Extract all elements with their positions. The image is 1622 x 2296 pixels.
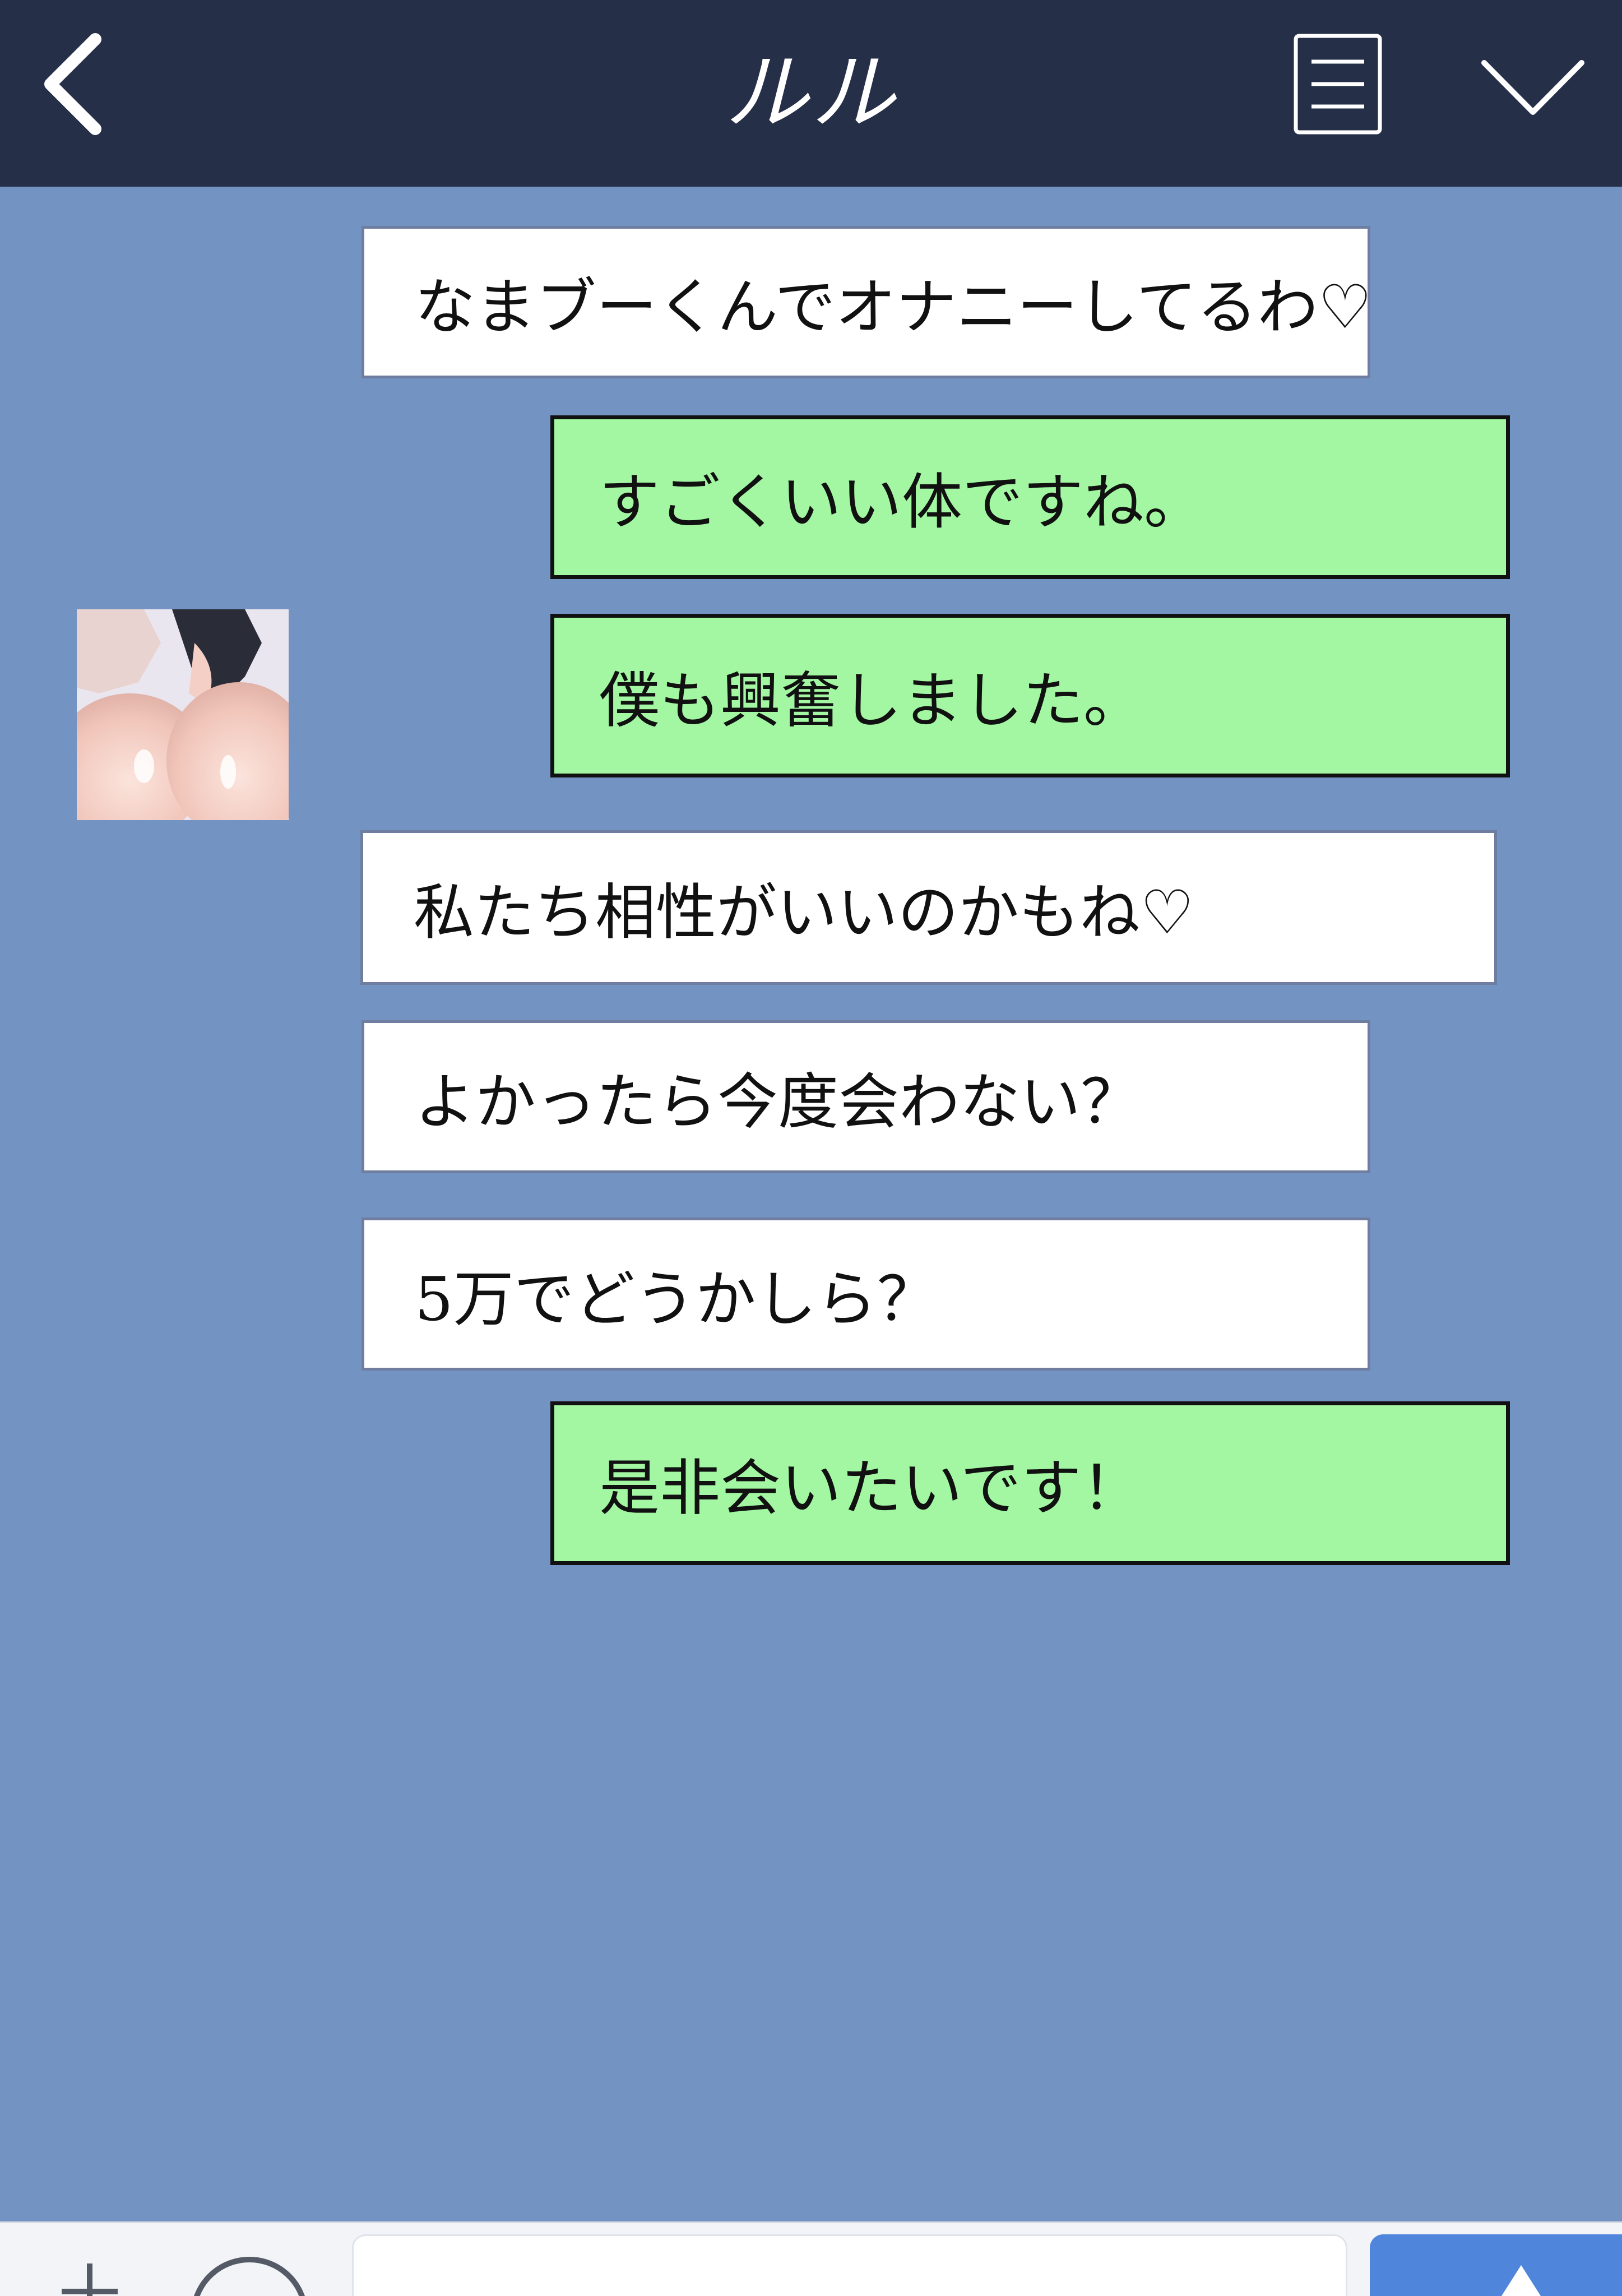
message-text: すごくいい体ですね。	[599, 467, 1205, 538]
message-bubble-outgoing: すごくいい体ですね。	[550, 415, 1510, 579]
chevron-down-icon[interactable]	[1480, 56, 1586, 123]
message-text: 僕も興奮しました。	[599, 666, 1144, 736]
message-bubble-outgoing: 是非会いたいです！	[550, 1401, 1510, 1565]
smiley-icon[interactable]	[185, 2251, 314, 2296]
message-text: 私たち相性がいいのかもね♡	[414, 878, 1194, 948]
chat-message-area[interactable]: なまブーくんでオナニーしてるわ♡ すごくいい体ですね。 僕も興奮しました。 私た…	[0, 187, 1622, 2221]
message-input-bar	[0, 2221, 1622, 2296]
chat-header: ルル	[0, 0, 1622, 187]
message-text: 是非会いたいです！	[599, 1453, 1142, 1524]
message-text: よかったら今度会わない？	[415, 1067, 1142, 1137]
send-button[interactable]	[1370, 2234, 1622, 2296]
avatar[interactable]	[77, 609, 289, 820]
message-bubble-outgoing: 僕も興奮しました。	[550, 614, 1510, 777]
plus-icon[interactable]	[56, 2258, 123, 2296]
message-text: 5万でどうかしら？	[415, 1264, 938, 1335]
message-input[interactable]	[352, 2234, 1347, 2296]
message-bubble-incoming: 5万でどうかしら？	[362, 1218, 1370, 1371]
send-icon	[1501, 2265, 1541, 2296]
message-bubble-incoming: 私たち相性がいいのかもね♡	[360, 830, 1497, 985]
message-bubble-incoming: なまブーくんでオナニーしてるわ♡	[362, 226, 1370, 378]
menu-list-icon[interactable]	[1294, 34, 1382, 135]
message-text: なまブーくんでオナニーしてるわ♡	[415, 272, 1370, 342]
message-bubble-incoming: よかったら今度会わない？	[362, 1020, 1370, 1173]
